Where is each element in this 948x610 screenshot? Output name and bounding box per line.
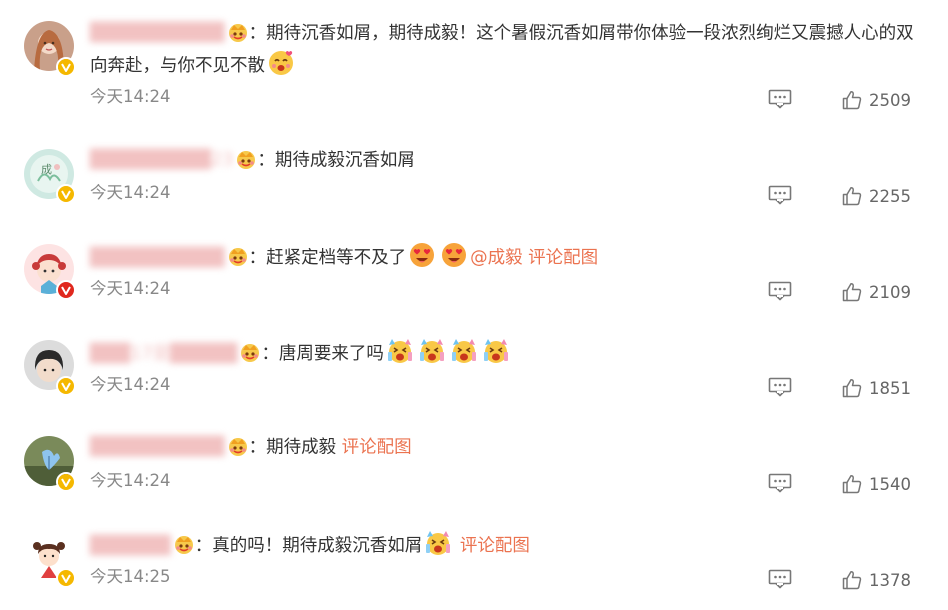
comment-text: ：期待成毅: [248, 437, 337, 458]
reply-icon[interactable]: [768, 185, 792, 205]
excited-emoji-icon: [418, 337, 446, 365]
comment-image-link[interactable]: 评论配图: [460, 536, 530, 556]
verified-badge-icon: [56, 280, 76, 300]
comment-body: ██████████ ：期待沉香如屑，期待成毅！这个暑假沉香如屑带你体验一段浓烈绚…: [90, 19, 920, 81]
crown-badge-icon: [173, 533, 195, 555]
verified-badge-icon: [56, 57, 76, 77]
timestamp: 今天14:24: [90, 471, 171, 490]
heart-eyes-emoji-icon: [440, 241, 468, 269]
thumbs-up-icon: [842, 186, 862, 206]
verified-badge-icon: [56, 568, 76, 588]
username[interactable]: █████████23: [90, 146, 233, 175]
like-count: 2509: [869, 90, 911, 110]
comment-body: ██████████ ：赶紧定档等不及了 @成毅 评论配图: [90, 241, 920, 273]
thumbs-up-icon: [842, 90, 862, 110]
excited-emoji-icon: [450, 337, 478, 365]
comment-body: ███17是█████ ：唐周要来了吗: [90, 337, 920, 369]
comment-text: ：期待成毅沉香如屑: [257, 150, 415, 171]
thumbs-up-icon: [842, 474, 862, 494]
comment-text: ：赶紧定档等不及了: [248, 248, 407, 268]
like-button[interactable]: 1378: [842, 569, 911, 591]
reply-icon[interactable]: [768, 569, 792, 589]
comment-body: ██████ ：真的吗！期待成毅沉香如屑 评论配图: [90, 529, 920, 561]
crown-badge-icon: [239, 341, 261, 363]
reply-icon[interactable]: [768, 281, 792, 301]
username[interactable]: ██████████: [90, 433, 225, 462]
comment-image-link[interactable]: 评论配图: [528, 248, 598, 268]
timestamp: 今天14:24: [90, 279, 171, 298]
like-count: 2255: [869, 186, 911, 206]
username[interactable]: ██████████: [90, 19, 225, 48]
like-button[interactable]: 1851: [842, 377, 911, 399]
comment-body: ██████████ ：期待成毅 评论配图: [90, 433, 920, 463]
like-count: 1540: [869, 474, 911, 494]
reply-icon[interactable]: [768, 377, 792, 397]
timestamp: 今天14:25: [90, 567, 171, 586]
username[interactable]: ███17是█████: [90, 340, 237, 369]
username[interactable]: ██████: [90, 532, 171, 561]
like-button[interactable]: 2255: [842, 185, 911, 207]
love-face-emoji-icon: [267, 49, 295, 77]
like-count: 1378: [869, 570, 911, 590]
like-count: 1851: [869, 378, 911, 398]
excited-emoji-icon: [482, 337, 510, 365]
comment-body: █████████23 ：期待成毅沉香如屑: [90, 146, 920, 176]
thumbs-up-icon: [842, 282, 862, 302]
comment-text: ：真的吗！期待成毅沉香如屑: [194, 536, 423, 556]
like-button[interactable]: 2109: [842, 281, 911, 303]
like-button[interactable]: 1540: [842, 473, 911, 495]
heart-eyes-emoji-icon: [408, 241, 436, 269]
thumbs-up-icon: [842, 378, 862, 398]
reply-icon[interactable]: [768, 89, 792, 109]
verified-badge-icon: [56, 472, 76, 492]
crown-badge-icon: [227, 21, 249, 43]
username[interactable]: ██████████: [90, 244, 225, 273]
timestamp: 今天14:24: [90, 375, 171, 394]
timestamp: 今天14:24: [90, 87, 171, 106]
crown-badge-icon: [235, 148, 257, 170]
crown-badge-icon: [227, 435, 249, 457]
verified-badge-icon: [56, 376, 76, 396]
excited-emoji-icon: [424, 529, 452, 557]
svg-text:成: 成: [41, 163, 52, 176]
excited-emoji-icon: [386, 337, 414, 365]
verified-badge-icon: [56, 184, 76, 204]
reply-icon[interactable]: [768, 473, 792, 493]
timestamp: 今天14:24: [90, 183, 171, 202]
like-count: 2109: [869, 282, 911, 302]
comment-image-link[interactable]: 评论配图: [342, 438, 412, 458]
crown-badge-icon: [227, 245, 249, 267]
thumbs-up-icon: [842, 570, 862, 590]
comment-text: ：唐周要来了吗: [261, 344, 384, 364]
mention-link[interactable]: @成毅: [470, 248, 523, 268]
like-button[interactable]: 2509: [842, 89, 911, 111]
